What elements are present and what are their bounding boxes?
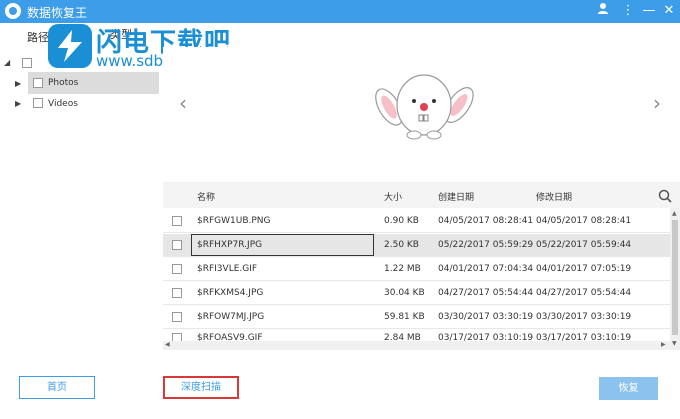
tree-item-videos[interactable]: ▶ Videos — [0, 93, 163, 115]
table-row[interactable]: $RFOASV9.GIF 2.84 MB 03/17/2017 03:10:19… — [163, 330, 670, 341]
column-size[interactable]: 大小 — [384, 190, 402, 203]
title-bar: 数据恢复王 ⋮ — ✕ — [0, 0, 680, 23]
column-modified[interactable]: 修改日期 — [536, 190, 572, 203]
file-created: 04/05/2017 08:28:41 — [438, 216, 534, 226]
file-created: 03/17/2017 03:10:19 — [438, 333, 534, 341]
prev-arrow-icon[interactable]: ‹ — [179, 91, 187, 115]
view-tabs: 路径 类型 — [0, 23, 163, 47]
table-row[interactable]: $RFOW7MJ.JPG 59.81 KB 03/30/2017 03:30:1… — [163, 306, 670, 329]
file-size: 59.81 KB — [384, 312, 425, 322]
tree-item-label: Photos — [48, 78, 79, 88]
file-created: 04/01/2017 07:04:34 — [438, 264, 534, 274]
file-name: $RFOASV9.GIF — [197, 333, 263, 341]
file-modified: 04/27/2017 05:54:44 — [536, 288, 632, 298]
row-checkbox[interactable] — [172, 333, 182, 341]
file-size: 0.90 KB — [384, 216, 419, 226]
table-row[interactable]: $RFKXMS4.JPG 30.04 KB 04/27/2017 05:54:4… — [163, 282, 670, 305]
scroll-thumb[interactable] — [672, 220, 678, 335]
file-modified: 03/17/2017 03:10:19 — [536, 333, 632, 341]
minimize-icon[interactable]: — — [640, 2, 658, 20]
file-size: 30.04 KB — [384, 288, 425, 298]
app-title: 数据恢复王 — [27, 6, 88, 20]
tree-root[interactable]: ◢ — [0, 56, 32, 78]
table-header: 名称 大小 创建日期 修改日期 — [163, 182, 680, 208]
user-icon[interactable] — [594, 2, 612, 20]
photos-checkbox[interactable] — [33, 78, 43, 88]
deep-scan-button[interactable]: 深度扫描 — [163, 376, 239, 399]
tree-item-photos[interactable]: Photos — [28, 72, 159, 94]
tab-type[interactable]: 类型 — [110, 23, 140, 47]
menu-icon[interactable]: ⋮ — [619, 2, 637, 20]
file-name: $RFOW7MJ.JPG — [197, 312, 265, 322]
collapse-icon[interactable]: ◢ — [4, 59, 12, 67]
row-checkbox[interactable] — [172, 312, 182, 322]
recover-button[interactable]: 恢复 — [599, 377, 658, 400]
expand-icon[interactable]: ▶ — [15, 100, 23, 108]
videos-checkbox[interactable] — [33, 98, 43, 108]
tree-item-label: Videos — [48, 99, 78, 109]
row-checkbox[interactable] — [172, 240, 182, 250]
tab-path[interactable]: 路径 — [27, 29, 49, 45]
column-name[interactable]: 名称 — [197, 190, 215, 203]
file-name: $RFGW1UB.PNG — [197, 216, 271, 226]
folder-tree: ◢ Photos ▶ ▶ Videos — [0, 47, 163, 350]
file-modified: 03/30/2017 03:30:19 — [536, 312, 632, 322]
row-checkbox[interactable] — [172, 264, 182, 274]
image-preview: ‹ › — [163, 47, 680, 182]
file-size: 2.50 KB — [384, 240, 419, 250]
file-modified: 05/22/2017 05:59:44 — [536, 240, 632, 250]
file-size: 2.84 MB — [384, 333, 421, 341]
scroll-down-icon[interactable]: ▼ — [672, 340, 677, 348]
file-name: $RFI3VLE.GIF — [197, 264, 258, 274]
table-row[interactable]: $RFHXP7R.JPG 2.50 KB 05/22/2017 05:59:29… — [163, 234, 670, 257]
scroll-up-icon[interactable]: ▲ — [672, 210, 677, 218]
file-name: $RFHXP7R.JPG — [197, 240, 263, 250]
file-modified: 04/01/2017 07:05:19 — [536, 264, 632, 274]
table-row[interactable]: $RFGW1UB.PNG 0.90 KB 04/05/2017 08:28:41… — [163, 210, 670, 233]
horizontal-scrollbar[interactable]: ◀ ▶ — [163, 341, 670, 350]
file-name: $RFKXMS4.JPG — [197, 288, 264, 298]
scroll-right-icon[interactable]: ▶ — [661, 341, 666, 349]
home-button[interactable]: 首页 — [19, 376, 95, 399]
row-checkbox[interactable] — [172, 288, 182, 298]
search-icon[interactable] — [658, 189, 672, 203]
bunny-preview-image — [375, 74, 474, 140]
root-checkbox[interactable] — [22, 58, 32, 68]
file-modified: 04/05/2017 08:28:41 — [536, 216, 632, 226]
expand-icon[interactable]: ▶ — [15, 80, 23, 88]
file-created: 03/30/2017 03:30:19 — [438, 312, 534, 322]
scroll-left-icon[interactable]: ◀ — [165, 341, 170, 349]
app-logo-icon — [5, 3, 21, 19]
file-table: 名称 大小 创建日期 修改日期 $RFGW1UB.PNG 0.90 KB 04/… — [163, 182, 680, 350]
file-created: 04/27/2017 05:54:44 — [438, 288, 534, 298]
column-created[interactable]: 创建日期 — [438, 190, 474, 203]
vertical-scrollbar[interactable]: ▲ ▼ — [670, 208, 680, 350]
file-created: 05/22/2017 05:59:29 — [438, 240, 534, 250]
next-arrow-icon[interactable]: › — [653, 91, 661, 115]
row-checkbox[interactable] — [172, 216, 182, 226]
close-icon[interactable]: ✕ — [660, 2, 678, 20]
file-size: 1.22 MB — [384, 264, 421, 274]
table-row[interactable]: $RFI3VLE.GIF 1.22 MB 04/01/2017 07:04:34… — [163, 258, 670, 281]
